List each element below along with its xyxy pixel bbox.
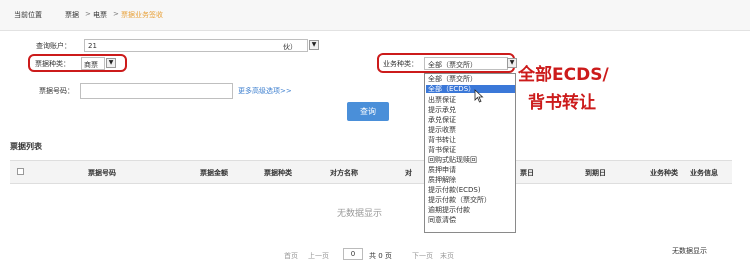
dropdown-option[interactable]: 背书转让 bbox=[428, 136, 456, 144]
chevron-down-icon[interactable]: ▼ bbox=[507, 58, 517, 68]
annotation-line-1: 全部ECDS/ bbox=[518, 65, 609, 85]
bill-number-input[interactable] bbox=[80, 83, 233, 99]
breadcrumb-current-page: 票据业务签收 bbox=[121, 11, 163, 19]
biz-type-dropdown-list: 全部（票交所） 全部（ECDS） 出票保证 提示承兑 承兑保证 提示收票 背书转… bbox=[424, 73, 516, 233]
bill-number-label: 票据号码： bbox=[39, 87, 74, 95]
column-counterparty-name[interactable]: 对方名称 bbox=[330, 168, 358, 178]
pager-status: 无数据显示 bbox=[672, 247, 707, 255]
dropdown-option[interactable]: 质押申请 bbox=[428, 166, 456, 174]
dropdown-option[interactable]: 质押解除 bbox=[428, 176, 456, 184]
breadcrumb-separator: > bbox=[113, 10, 119, 18]
page-number-input[interactable]: 0 bbox=[343, 248, 363, 260]
dropdown-option[interactable]: 出票保证 bbox=[428, 96, 456, 104]
column-business-type[interactable]: 业务种类 bbox=[650, 168, 678, 178]
column-bill-type[interactable]: 票据种类 bbox=[264, 168, 292, 178]
dropdown-option[interactable]: 全部（票交所） bbox=[428, 75, 477, 83]
query-account-suffix: 伙） bbox=[283, 43, 297, 51]
dropdown-option[interactable]: 同意清偿 bbox=[428, 216, 456, 224]
column-bill-date[interactable]: 票日 bbox=[520, 168, 534, 178]
biz-type-value: 全部（票交所） bbox=[428, 61, 477, 69]
query-account-select[interactable]: 21 伙） bbox=[84, 39, 308, 52]
dropdown-option[interactable]: 提示付款(ECDS) bbox=[428, 186, 481, 194]
query-account-value: 21 bbox=[88, 42, 97, 50]
bill-type-select[interactable]: 商票 bbox=[81, 57, 105, 70]
dropdown-option[interactable]: 承兑保证 bbox=[428, 116, 456, 124]
dropdown-option-selected[interactable]: 全部（ECDS） bbox=[426, 85, 515, 93]
dropdown-option[interactable]: 提示收票 bbox=[428, 126, 456, 134]
query-button[interactable]: 查询 bbox=[347, 102, 389, 121]
dropdown-option[interactable]: 提示付款（票交所） bbox=[428, 196, 491, 204]
dropdown-option[interactable]: 背书保证 bbox=[428, 146, 456, 154]
dropdown-option[interactable]: 逾期提示付款 bbox=[428, 206, 470, 214]
biz-type-label: 业务种类： bbox=[383, 60, 418, 68]
pager-first[interactable]: 首页 bbox=[284, 251, 298, 261]
mouse-cursor-icon bbox=[474, 89, 484, 103]
pager-total: 共 0 页 bbox=[369, 252, 392, 260]
dropdown-option[interactable]: 提示承兑 bbox=[428, 106, 456, 114]
pager-prev[interactable]: 上一页 bbox=[308, 251, 329, 261]
column-bill-number[interactable]: 票据号码 bbox=[88, 168, 116, 178]
column-business-info[interactable]: 业务信息 bbox=[690, 168, 718, 178]
annotation-line-2: 背书转让 bbox=[528, 93, 596, 113]
more-advanced-options-link[interactable]: 更多高级选项>> bbox=[238, 86, 292, 96]
query-account-label: 查询账户： bbox=[36, 42, 71, 50]
column-due-date[interactable]: 到期日 bbox=[585, 168, 606, 178]
dropdown-option[interactable]: 回购式贴现赎回 bbox=[428, 156, 477, 164]
breadcrumb-link-bills[interactable]: 票据 bbox=[65, 10, 79, 20]
breadcrumb: 当前位置 票据 > 电票 > 票据业务签收 bbox=[0, 0, 750, 31]
biz-type-select[interactable]: 全部（票交所） bbox=[424, 57, 508, 70]
empty-table-message: 无数据显示 bbox=[337, 209, 383, 219]
bill-type-label: 票据种类： bbox=[35, 60, 70, 68]
select-all-checkbox[interactable] bbox=[17, 168, 24, 175]
pager-next[interactable]: 下一页 bbox=[412, 251, 433, 261]
breadcrumb-link-ebills[interactable]: 电票 bbox=[93, 10, 107, 20]
chevron-down-icon[interactable]: ▼ bbox=[106, 58, 116, 68]
pager-last[interactable]: 末页 bbox=[440, 251, 454, 261]
breadcrumb-separator: > bbox=[85, 10, 91, 18]
bill-list-title: 票据列表 bbox=[10, 142, 42, 151]
bill-type-value: 商票 bbox=[84, 61, 98, 69]
column-counterparty-partial[interactable]: 对 bbox=[405, 168, 412, 178]
table-header: 票据号码 票据金额 票据种类 对方名称 对 票日 到期日 业务种类 业务信息 bbox=[10, 160, 732, 184]
breadcrumb-current-label: 当前位置 bbox=[14, 11, 42, 19]
column-bill-amount[interactable]: 票据金额 bbox=[200, 168, 228, 178]
chevron-down-icon[interactable]: ▼ bbox=[309, 40, 319, 50]
